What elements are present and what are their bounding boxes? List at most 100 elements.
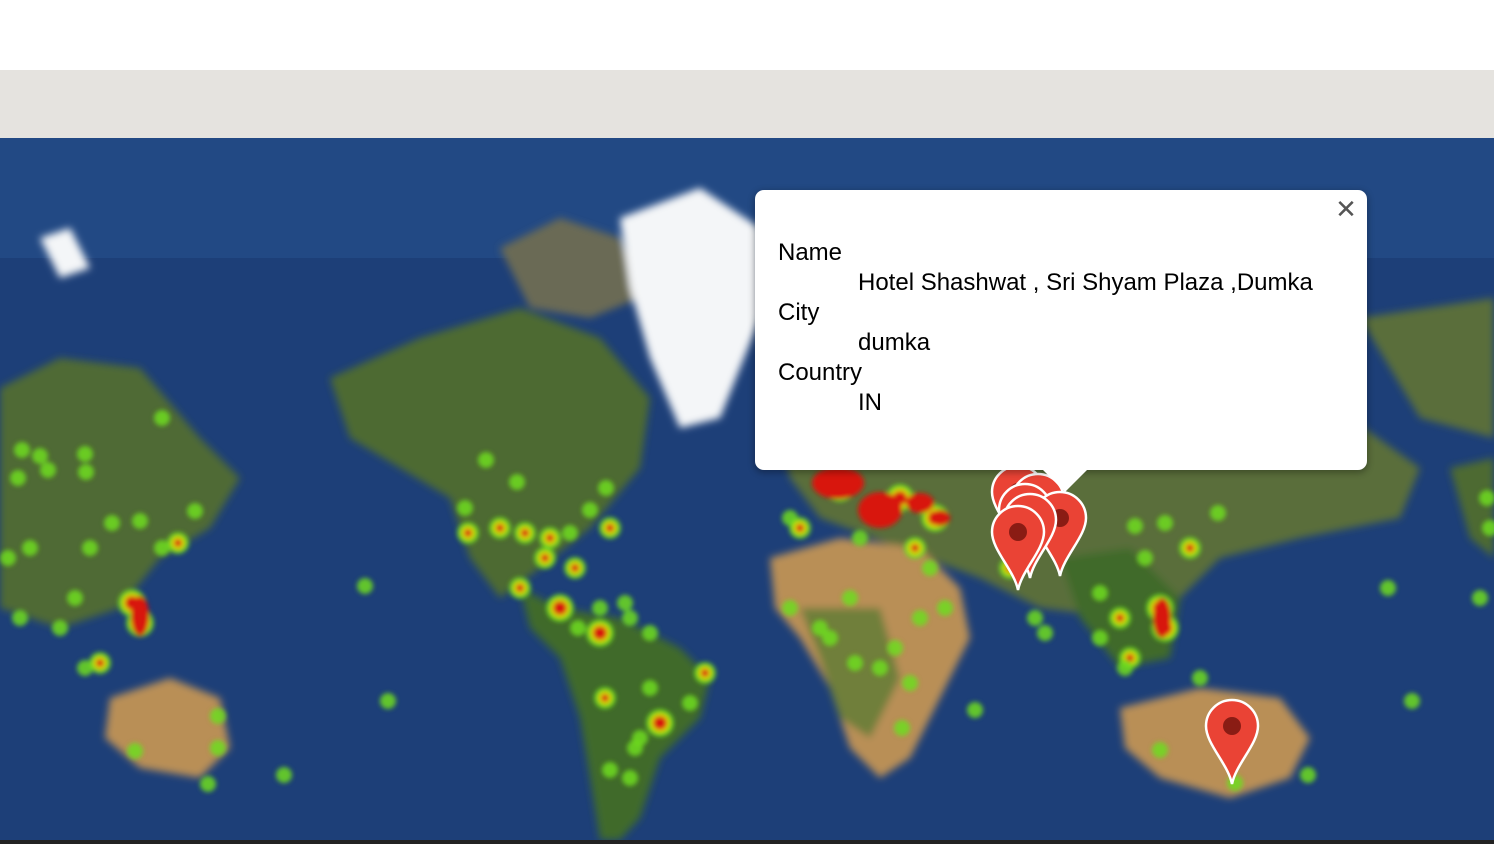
bottom-edge (0, 840, 1494, 844)
heat-spot (887, 640, 903, 656)
heat-spot (210, 708, 226, 724)
heat-spot-core (521, 529, 529, 537)
heat-spot (457, 500, 473, 516)
heat-spot (154, 540, 170, 556)
heat-spot (1300, 767, 1316, 783)
heat-spot (187, 503, 203, 519)
heat-spot (1157, 515, 1173, 531)
heat-spot (210, 740, 226, 756)
heat-spot (1027, 610, 1043, 626)
heat-spot (902, 675, 918, 691)
heat-spot (14, 442, 30, 458)
heat-spot (592, 600, 608, 616)
heat-spot (82, 540, 98, 556)
heat-spot (598, 480, 614, 496)
heat-spot (478, 452, 494, 468)
heat-spot (842, 590, 858, 606)
heat-cluster (1153, 598, 1171, 638)
heat-spot (1472, 590, 1488, 606)
heat-spot (1127, 518, 1143, 534)
heat-spot (967, 702, 983, 718)
heat-spot-core (174, 539, 182, 547)
top-bar (0, 0, 1494, 70)
heat-spot (1152, 742, 1168, 758)
heat-spot (22, 540, 38, 556)
country-value: IN (858, 389, 882, 416)
heat-spot (1092, 630, 1108, 646)
heat-spot (570, 620, 586, 636)
heat-spot-core (606, 524, 614, 532)
heat-spot-core (601, 694, 609, 702)
country-label: Country (778, 359, 863, 386)
heat-spot (357, 578, 373, 594)
heat-spot (617, 595, 633, 611)
name-value: Hotel Shashwat , Sri Shyam Plaza ,Dumka (858, 269, 1313, 296)
heat-spot (77, 660, 93, 676)
heat-spot (0, 550, 16, 566)
heat-spot-core (541, 554, 549, 562)
heat-spot (642, 680, 658, 696)
marker-dot (1009, 523, 1027, 541)
heat-spot (922, 560, 938, 576)
heat-spot (78, 464, 94, 480)
heat-spot (276, 767, 292, 783)
heat-spot-core (464, 529, 472, 537)
info-window: ✕ Name Hotel Shashwat , Sri Shyam Plaza … (755, 190, 1367, 492)
heat-spot (622, 610, 638, 626)
heat-spot (67, 590, 83, 606)
city-label: City (778, 299, 820, 326)
heat-spot (10, 470, 26, 486)
heat-spot (852, 530, 868, 546)
heat-spot-core (516, 584, 524, 592)
heat-spot (1117, 660, 1133, 676)
heat-spot (1137, 550, 1153, 566)
heat-cluster (858, 492, 902, 528)
heat-spot (1192, 670, 1208, 686)
heat-spot-core (1116, 614, 1124, 622)
heat-spot (52, 620, 68, 636)
heat-spot (32, 448, 48, 464)
heat-spot (1404, 693, 1420, 709)
heat-spot (847, 655, 863, 671)
heat-spot-core (796, 524, 804, 532)
heat-cluster (906, 493, 934, 513)
heat-spot (872, 660, 888, 676)
heat-spot (812, 620, 828, 636)
heat-spot (12, 610, 28, 626)
heat-spot (1380, 580, 1396, 596)
heat-spot (1037, 625, 1053, 641)
name-label: Name (778, 239, 843, 266)
heat-spot (77, 446, 93, 462)
heat-cluster (930, 510, 950, 526)
heat-spot (200, 776, 216, 792)
marker-dot (1223, 717, 1241, 735)
heat-spot (562, 525, 578, 541)
map-header-band (0, 70, 1494, 138)
heat-spot (154, 410, 170, 426)
heat-spot-core (701, 669, 709, 677)
heat-spot-core (911, 544, 919, 552)
heat-spot-core (571, 564, 579, 572)
heat-spot (127, 743, 143, 759)
heat-spot (912, 610, 928, 626)
heat-spot (937, 600, 953, 616)
city-value: dumka (858, 329, 931, 356)
heat-spot-core (593, 626, 607, 640)
heat-spot (104, 515, 120, 531)
heat-spot (40, 462, 56, 478)
heat-spot (894, 720, 910, 736)
heat-spot-core (653, 716, 667, 730)
heat-spot-core (496, 524, 504, 532)
heat-spot-core (546, 534, 554, 542)
heat-spot (602, 762, 618, 778)
heat-spot (642, 625, 658, 641)
close-icon[interactable]: ✕ (1333, 196, 1359, 222)
heat-spot-core (1186, 544, 1194, 552)
heat-spot (380, 693, 396, 709)
heat-spot (682, 695, 698, 711)
heat-spot (509, 474, 525, 490)
heat-spot (1210, 505, 1226, 521)
heat-spot-core (553, 601, 567, 615)
heat-spot (627, 740, 643, 756)
heat-cluster (131, 596, 149, 636)
